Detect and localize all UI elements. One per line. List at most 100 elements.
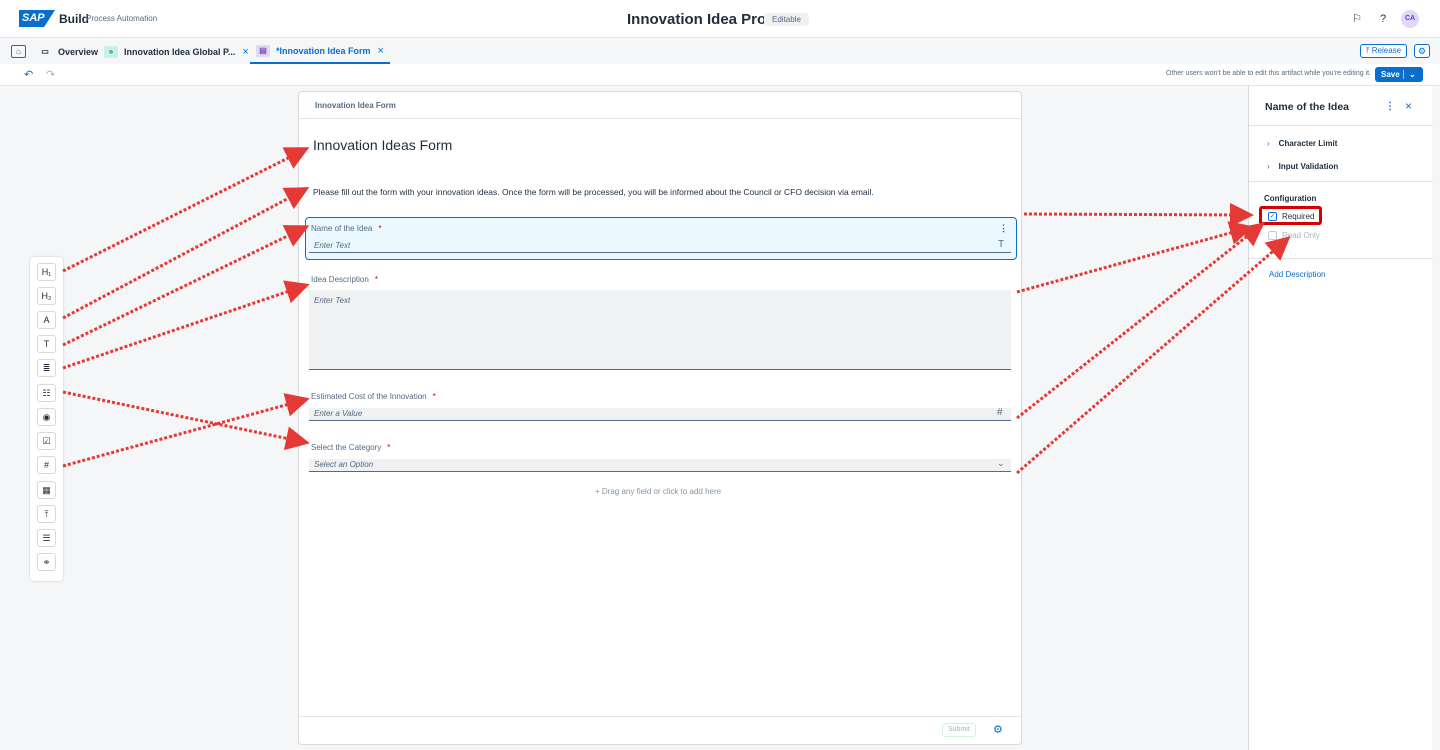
form-card-footer: Submit ⚙ (299, 716, 1021, 745)
required-marker: * (387, 443, 391, 452)
more-icon[interactable]: ⋮ (1385, 101, 1395, 112)
name-label-text: Name of the Idea (311, 224, 373, 233)
properties-panel: Name of the Idea ⋮ × › Character Limit › I… (1248, 86, 1433, 750)
arrow-para-to-desc (62, 187, 310, 320)
upload-icon[interactable]: ⤒ (37, 505, 56, 523)
chevron-down-icon[interactable]: ⌄ (1409, 67, 1416, 82)
save-separator (1403, 70, 1404, 79)
link-icon[interactable]: ⚭ (37, 553, 56, 571)
category-field-select[interactable]: Select an Option (309, 459, 1011, 472)
help-icon[interactable]: ? (1375, 11, 1391, 27)
field-palette: H₁ H₂ A T ≣ ☷ ◉ ☑ # ▦ ⤒ ☰ ⚭ (30, 257, 63, 581)
arrow-text-to-name (62, 225, 310, 347)
release-button[interactable]: ⤒ Release (1360, 44, 1408, 58)
arrow-textarea-to-desc (62, 280, 310, 370)
cost-field-label: Estimated Cost of the Innovation * (311, 392, 436, 401)
undo-icon[interactable]: ↶ (24, 68, 33, 81)
cost-field-input[interactable]: Enter a Value (309, 408, 1011, 421)
gear-icon[interactable]: ⚙ (993, 723, 1003, 736)
required-highlight-box (1259, 206, 1322, 225)
form-icon: ▤ (256, 44, 270, 57)
dropzone-label: Drag any field or click to add here (601, 487, 722, 496)
submit-button[interactable]: Submit (942, 723, 976, 737)
save-button[interactable]: Save ⌄ (1375, 67, 1423, 82)
section-label: Input Validation (1278, 162, 1339, 171)
form-header-label: Innovation Idea Form (315, 101, 396, 110)
arrow-list-to-category (62, 390, 310, 451)
heading2-icon[interactable]: H₂ (37, 287, 56, 305)
close-icon[interactable]: × (242, 46, 248, 58)
heading1-icon[interactable]: H₁ (37, 263, 56, 281)
tab-overview[interactable]: ▭ Overview (38, 39, 98, 64)
textarea-icon[interactable]: ≣ (37, 359, 56, 377)
arrow-number-to-cost (62, 393, 310, 468)
edit-lock-note: Other users won't be able to edit this a… (1166, 70, 1371, 77)
date-icon[interactable]: ▦ (37, 481, 56, 499)
arrow-cost-to-required (1016, 222, 1265, 420)
description-label-text: Idea Description (311, 275, 369, 284)
form-card: Innovation Idea Form Innovation Ideas Fo… (298, 91, 1022, 745)
status-badge: Editable (764, 13, 809, 26)
notifications-icon[interactable]: ⚐ (1349, 11, 1365, 27)
close-icon[interactable]: × (378, 45, 384, 57)
form-card-header: Innovation Idea Form (299, 92, 1021, 119)
close-icon[interactable]: × (1405, 99, 1412, 113)
number-icon[interactable]: # (37, 456, 56, 474)
checkbox-icon[interactable]: ☑ (37, 432, 56, 450)
chevron-down-icon[interactable]: ⌄ (997, 458, 1005, 469)
tab-global-process[interactable]: » Innovation Idea Global P... × (104, 39, 249, 64)
name-field-container[interactable] (305, 217, 1017, 260)
more-icon[interactable]: ⋮ (999, 223, 1008, 234)
panel-title: Name of the Idea (1265, 101, 1350, 113)
settings-button[interactable]: ⚙ (1414, 44, 1430, 58)
required-marker: * (378, 224, 382, 233)
paragraph-icon[interactable]: A (37, 311, 56, 329)
list-icon[interactable]: ☷ (37, 384, 56, 402)
avatar[interactable]: CA (1401, 10, 1419, 28)
category-label-text: Select the Category (311, 443, 382, 452)
home-icon[interactable]: ⌂ (11, 45, 26, 58)
add-field-dropzone[interactable]: + Drag any field or click to add here (595, 487, 721, 496)
tab-innovation-form[interactable]: ▤ *Innovation Idea Form × (250, 39, 390, 64)
text-type-icon: T (998, 239, 1005, 250)
cost-label-text: Estimated Cost of the Innovation (311, 392, 427, 401)
save-label: Save (1381, 70, 1400, 79)
add-description-link[interactable]: Add Description (1269, 270, 1325, 279)
process-icon: » (104, 45, 118, 58)
text-field-icon[interactable]: T (37, 335, 56, 353)
plus-icon: + (595, 487, 602, 496)
category-field-label: Select the Category * (311, 443, 390, 452)
release-label: Release (1371, 46, 1402, 55)
product-name: Build (59, 12, 89, 26)
arrow-name-to-required (1023, 202, 1254, 227)
arrow-desc-to-required (1016, 221, 1254, 294)
name-field-input[interactable]: Enter Text (309, 240, 1011, 253)
arrow-h1-to-title (62, 147, 310, 273)
table-icon[interactable]: ☰ (37, 529, 56, 547)
character-limit-section[interactable]: › Character Limit (1267, 139, 1337, 148)
tab-label: Overview (58, 46, 99, 57)
input-validation-section[interactable]: › Input Validation (1267, 162, 1338, 171)
shell-bar: SAP Build Process Automation Innovation … (0, 0, 1440, 38)
chevron-right-icon: › (1267, 139, 1270, 148)
name-field-label: Name of the Idea * (311, 224, 382, 233)
configuration-heading: Configuration (1264, 194, 1317, 203)
chevron-right-icon: › (1267, 162, 1270, 171)
tab-bar: ⌂ ▭ Overview » Innovation Idea Global P.… (0, 39, 1440, 64)
read-only-label: Read Only (1282, 231, 1320, 240)
arrow-category-to-required (1016, 236, 1291, 475)
sap-logo[interactable]: SAP (19, 10, 55, 27)
tab-label: *Innovation Idea Form (276, 45, 371, 56)
form-description[interactable]: Please fill out the form with your innov… (313, 187, 874, 197)
form-title[interactable]: Innovation Ideas Form (313, 137, 452, 153)
product-subtitle: Process Automation (86, 14, 158, 23)
folder-icon: ▭ (41, 46, 49, 56)
required-marker: * (432, 392, 436, 401)
radio-icon[interactable]: ◉ (37, 408, 56, 426)
divider (1249, 258, 1433, 259)
read-only-checkbox[interactable] (1268, 231, 1277, 240)
redo-icon[interactable]: ↷ (46, 68, 55, 81)
divider (1249, 181, 1433, 182)
tab-label: Innovation Idea Global P... (124, 46, 236, 57)
description-field-input[interactable]: Enter Text (309, 290, 1011, 370)
